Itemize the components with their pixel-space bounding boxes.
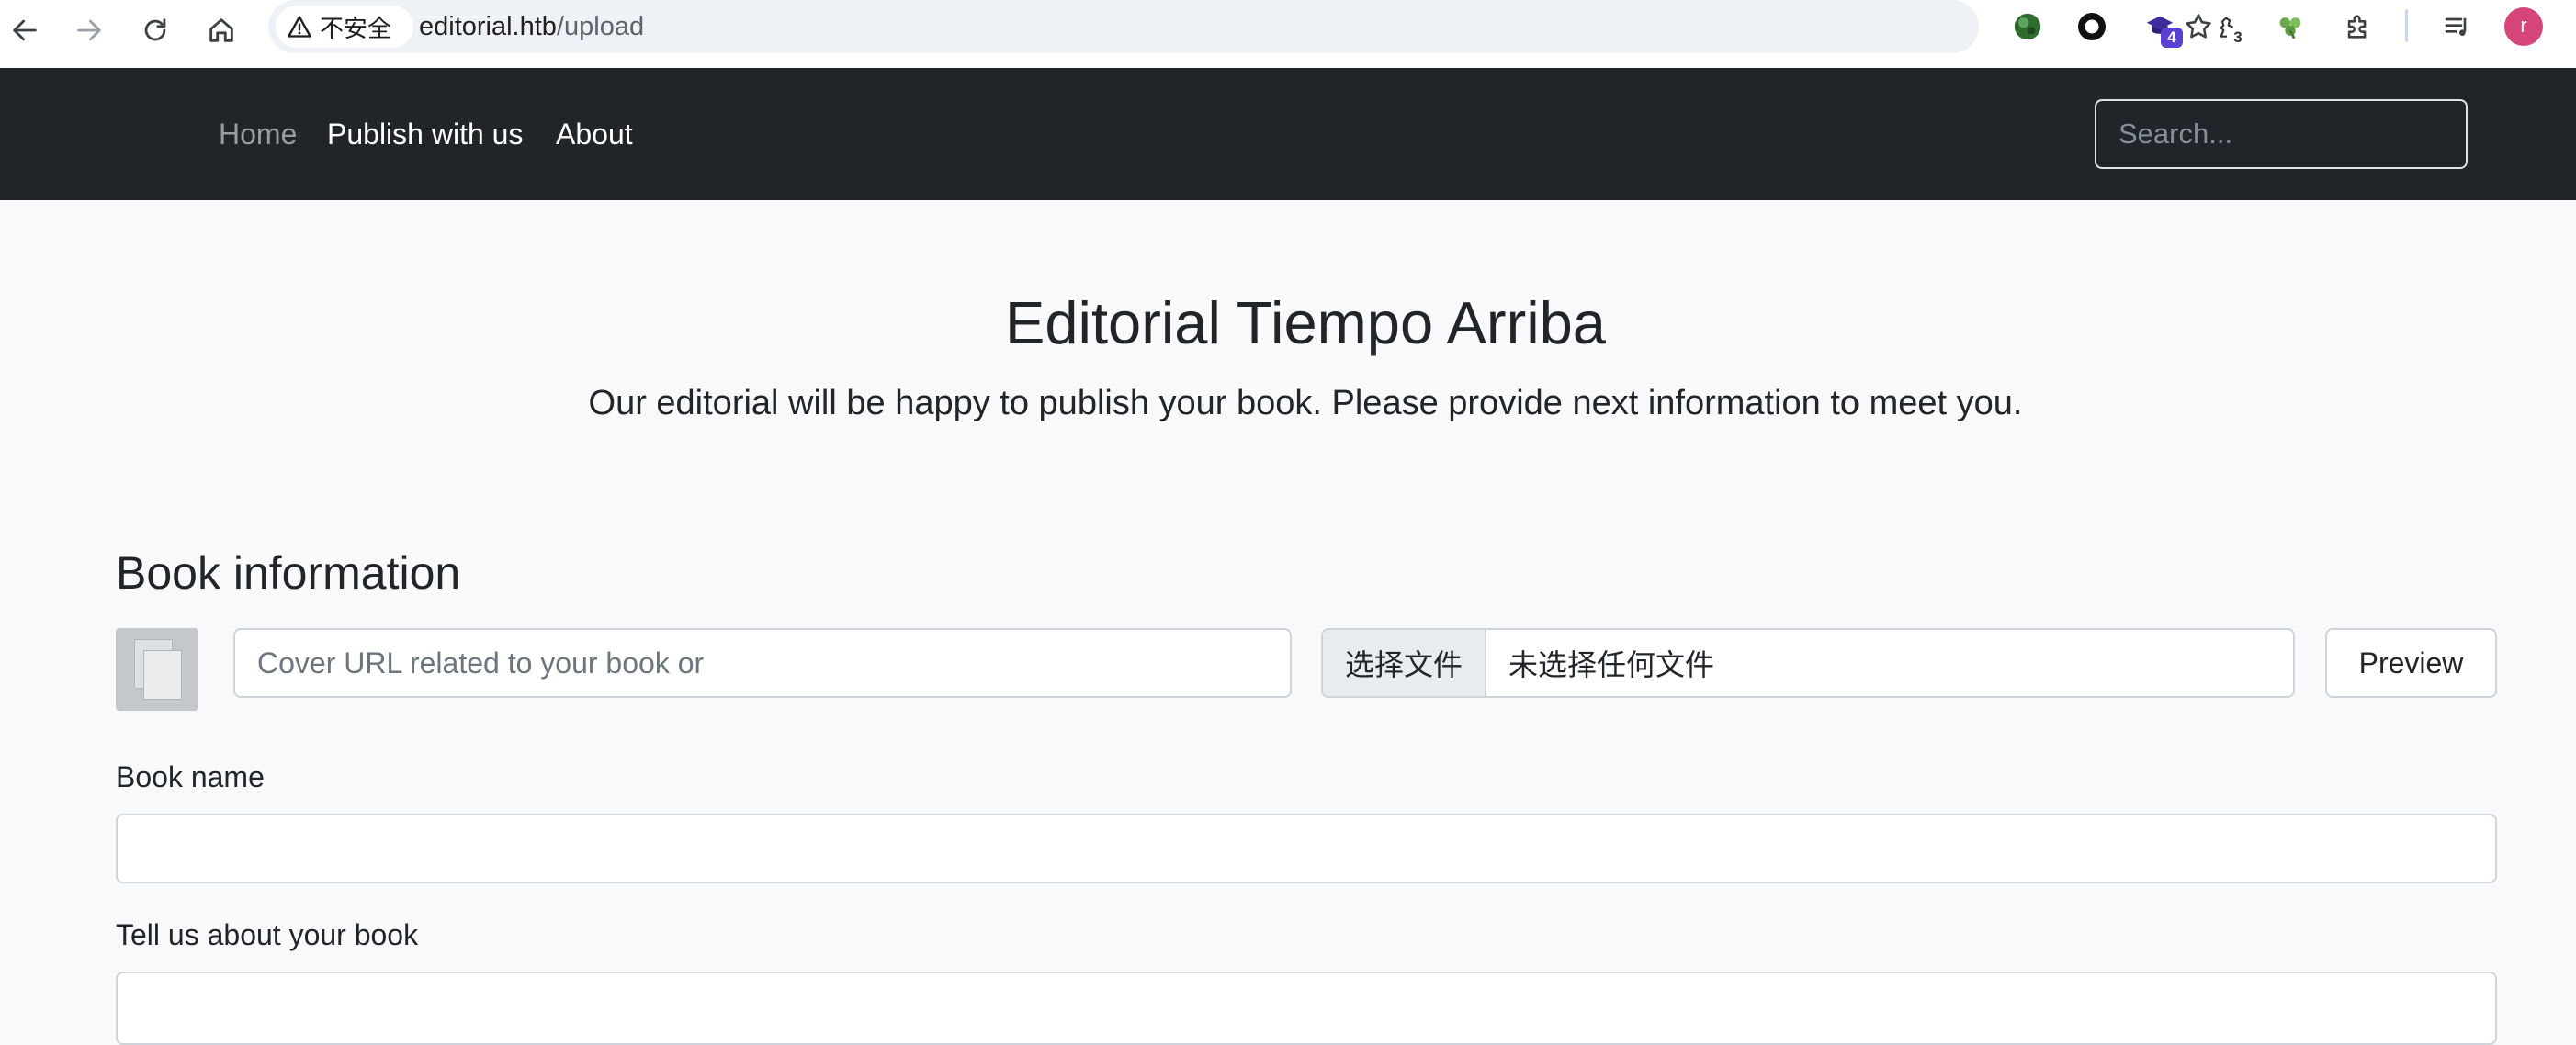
reload-icon [144, 18, 166, 41]
nav-link-home[interactable]: Home [219, 114, 297, 154]
page-subtitle: Our editorial will be happy to publish y… [588, 384, 2023, 422]
profile-avatar[interactable]: r [2504, 7, 2543, 46]
ring-extension-icon[interactable] [2071, 6, 2113, 48]
extension-badge-count: 4 [2161, 28, 2183, 48]
home-icon [209, 18, 233, 42]
site-navbar: Home Publish with us About [0, 68, 2576, 200]
about-book-label: Tell us about your book [116, 918, 419, 951]
book-name-input[interactable] [116, 814, 2497, 883]
choose-file-button[interactable]: 选择文件 [1323, 630, 1486, 696]
section-title: Book information [116, 547, 461, 599]
security-label: 不安全 [320, 15, 392, 43]
warning-triangle-icon [288, 16, 311, 38]
nav-link-about[interactable]: About [556, 114, 633, 154]
media-queue-icon[interactable] [2436, 6, 2479, 48]
address-bar[interactable]: 不安全 editorial.htb/upload [268, 0, 2211, 53]
nav-link-publish[interactable]: Publish with us [327, 114, 523, 154]
puzzle-extensions-icon[interactable] [2337, 6, 2379, 48]
clover-extension-icon[interactable] [2269, 6, 2311, 48]
book-name-label: Book name [116, 760, 265, 793]
cover-url-input[interactable] [233, 628, 1292, 698]
preview-button[interactable]: Preview [2325, 628, 2497, 698]
browser-toolbar: 不安全 editorial.htb/upload 4 3 r [0, 0, 2576, 68]
home-button[interactable] [197, 6, 246, 55]
green-globe-extension-icon[interactable] [2006, 6, 2049, 48]
cover-placeholder-image [116, 628, 198, 711]
arrow-left-icon [13, 19, 37, 41]
toolbar-divider [2405, 9, 2408, 42]
search-input[interactable] [2095, 99, 2468, 169]
forward-button[interactable] [64, 6, 114, 55]
arrow-right-icon [77, 19, 101, 41]
extension-badge-count: 3 [2227, 28, 2249, 48]
chess-piece-extension-icon[interactable]: 3 [2205, 6, 2249, 48]
url-host: editorial.htb [419, 12, 557, 41]
security-indicator[interactable]: 不安全 [276, 6, 413, 48]
graduation-cap-extension-icon[interactable]: 4 [2139, 6, 2183, 48]
url-path: /upload [556, 12, 645, 41]
document-sheet [143, 650, 182, 700]
url-text[interactable]: editorial.htb/upload [419, 8, 644, 45]
reload-button[interactable] [130, 6, 180, 55]
file-status-text: 未选择任何文件 [1508, 647, 1715, 682]
cover-file-input[interactable]: 选择文件 未选择任何文件 [1321, 628, 2295, 698]
page-title: Editorial Tiempo Arriba [1005, 289, 1606, 356]
back-button[interactable] [0, 6, 50, 55]
about-book-textarea[interactable] [116, 972, 2497, 1045]
